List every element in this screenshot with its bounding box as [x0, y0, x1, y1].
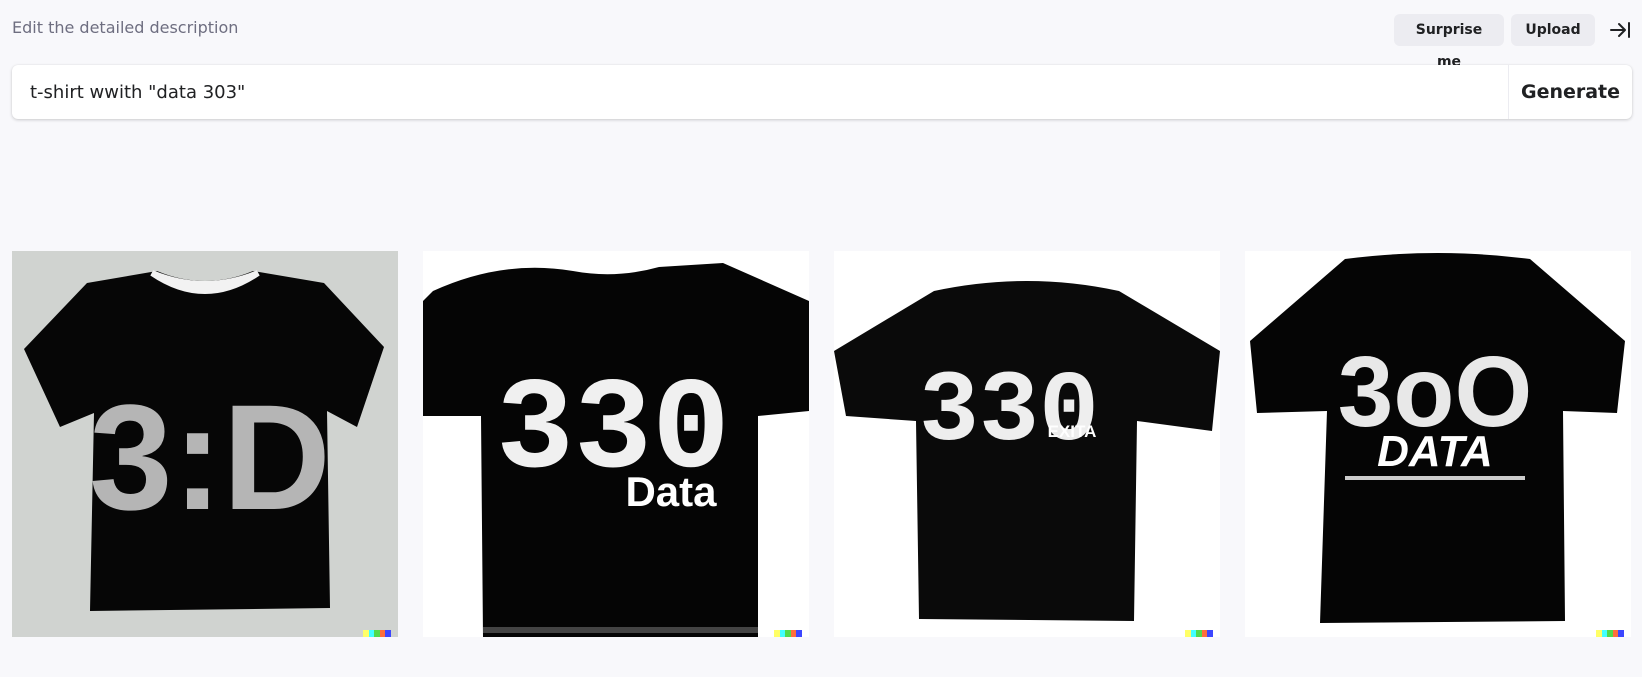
prompt-input[interactable] [30, 65, 1490, 119]
result-image-1[interactable]: 3:D [12, 251, 398, 637]
surprise-me-button[interactable]: Surprise me [1394, 14, 1504, 70]
shirt-graphic-text: 330 [919, 357, 1099, 470]
watermark [1596, 630, 1624, 637]
result-image-4[interactable]: 3oO DATA [1245, 251, 1631, 637]
results-grid: 3:D 330 Data 330 EXITA 3oO DATA [12, 251, 1632, 637]
watermark [363, 630, 391, 637]
shirt-caption-text: DATA [1377, 427, 1493, 476]
prompt-bar: Generate [12, 65, 1632, 119]
shirt-graphic-text: 3:D [89, 373, 331, 541]
shirt-caption-text: EXITA [1048, 422, 1097, 441]
watermark [774, 630, 802, 637]
result-image-2[interactable]: 330 Data [423, 251, 809, 637]
result-image-3[interactable]: 330 EXITA [834, 251, 1220, 637]
watermark [1185, 630, 1213, 637]
collapse-right-icon[interactable] [1608, 18, 1632, 42]
description-label: Edit the detailed description [12, 18, 239, 37]
generate-button[interactable]: Generate [1508, 65, 1632, 119]
shirt-caption-text: Data [625, 468, 717, 515]
upload-button[interactable]: Upload [1511, 14, 1595, 46]
